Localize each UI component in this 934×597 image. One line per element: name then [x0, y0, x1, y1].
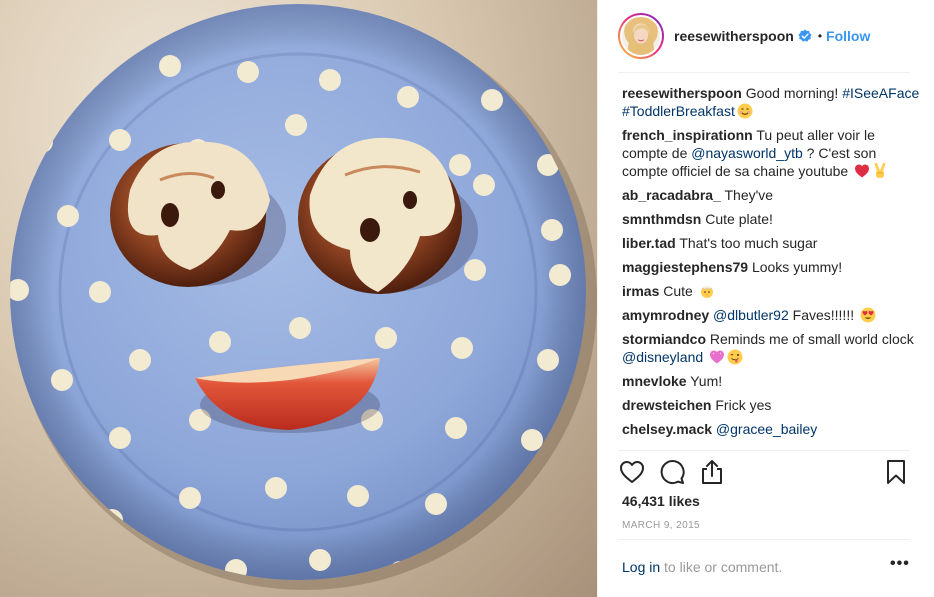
comment-username[interactable]: smnthmdsn: [622, 211, 701, 227]
comment-username[interactable]: maggiestephens79: [622, 259, 748, 275]
comment-link[interactable]: @dlbutler92: [713, 307, 789, 323]
comment-text: Looks yummy!: [751, 259, 843, 275]
comment-item: french_inspirationn Tu peut aller voir l…: [622, 126, 922, 180]
comment-text: They've: [724, 187, 774, 203]
comment-text: That's too much sugar: [679, 235, 818, 251]
comment-text: Faves!!!!!!: [788, 307, 858, 323]
comment-link[interactable]: #ToddlerBreakfast: [622, 103, 735, 119]
comment-username[interactable]: chelsey.mack: [622, 421, 712, 437]
share-button[interactable]: [698, 458, 726, 486]
comment-username[interactable]: stormiandco: [622, 331, 706, 347]
comment-text: Reminds me of small world clock: [709, 331, 914, 347]
comment-username[interactable]: mnevloke: [622, 373, 687, 389]
wink-tongue-emoji-icon: [725, 349, 743, 365]
save-button[interactable]: [882, 458, 910, 486]
comment-link[interactable]: @gracee_bailey: [716, 421, 817, 437]
profile-photo-icon: [627, 24, 655, 55]
comment-username[interactable]: french_inspirationn: [622, 127, 753, 143]
comment-username[interactable]: amymrodney: [622, 307, 709, 323]
comment-item: mnevloke Yum!: [622, 372, 922, 390]
login-prompt-text: to like or comment.: [660, 559, 783, 575]
comment-username[interactable]: irmas: [622, 283, 659, 299]
comment-text: Frick yes: [715, 397, 772, 413]
comment-text: Cute: [663, 283, 697, 299]
pink-heart-emoji-icon: [707, 349, 725, 365]
heart-eyes-emoji-icon: [858, 307, 876, 323]
comment-text: Yum!: [690, 373, 723, 389]
comment-item: reesewitherspoon Good morning! #ISeeAFac…: [622, 84, 922, 120]
victory-emoji-icon: [870, 163, 888, 179]
heart-emoji-icon: [852, 163, 870, 179]
post-photo[interactable]: [0, 0, 597, 597]
action-bar: [618, 458, 910, 488]
comment-link[interactable]: @disneyland: [622, 349, 703, 365]
more-options-button[interactable]: •••: [890, 555, 910, 575]
like-button[interactable]: [618, 458, 646, 486]
breakfast-plate-image: [10, 4, 597, 590]
comment-item: liber.tad That's too much sugar: [622, 234, 922, 252]
login-link[interactable]: Log in: [622, 559, 660, 575]
smile-emoji-icon: [735, 103, 753, 119]
login-prompt: Log in to like or comment. •••: [622, 555, 910, 575]
comment-username[interactable]: reesewitherspoon: [622, 85, 742, 101]
follow-button[interactable]: Follow: [826, 28, 870, 44]
comment-username[interactable]: liber.tad: [622, 235, 676, 251]
comment-username[interactable]: drewsteichen: [622, 397, 711, 413]
comment-text: Cute plate!: [705, 211, 773, 227]
comment-bubble-icon: [660, 460, 685, 484]
avatar[interactable]: [618, 13, 664, 59]
comment-item: amymrodney @dlbutler92 Faves!!!!!!: [622, 306, 922, 324]
comment-item: stormiandco Reminds me of small world cl…: [622, 330, 922, 366]
comment-link[interactable]: @nayasworld_ytb: [691, 145, 803, 161]
chick-emoji-icon: [697, 283, 715, 299]
likes-count[interactable]: 46,431 likes: [622, 493, 700, 509]
comment-item: irmas Cute: [622, 282, 922, 300]
comment-item: smnthmdsn Cute plate!: [622, 210, 922, 228]
comment-button[interactable]: [658, 458, 686, 486]
share-icon: [702, 460, 722, 484]
header-divider: [618, 72, 910, 73]
verified-badge-icon: [798, 29, 812, 42]
post-header: reesewitherspoon • Follow: [598, 0, 934, 72]
header-separator: •: [817, 29, 823, 43]
footer-divider: [618, 539, 910, 540]
comment-item: ab_racadabra_ They've: [622, 186, 922, 204]
comments-list[interactable]: reesewitherspoon Good morning! #ISeeAFac…: [622, 84, 922, 450]
comment-item: chelsey.mack @gracee_bailey: [622, 420, 922, 438]
comment-text: Good morning!: [745, 85, 843, 101]
post-side-panel: reesewitherspoon • Follow reesewitherspo…: [597, 0, 934, 597]
comment-item: drewsteichen Frick yes: [622, 396, 922, 414]
post-date[interactable]: MARCH 9, 2015: [622, 520, 700, 531]
heart-outline-icon: [620, 461, 644, 483]
comment-username[interactable]: ab_racadabra_: [622, 187, 721, 203]
comment-item: maggiestephens79 Looks yummy!: [622, 258, 922, 276]
comments-divider: [618, 450, 910, 451]
bookmark-icon: [887, 460, 905, 484]
comment-link[interactable]: #ISeeAFace: [842, 85, 919, 101]
post-author-username[interactable]: reesewitherspoon: [674, 28, 794, 44]
